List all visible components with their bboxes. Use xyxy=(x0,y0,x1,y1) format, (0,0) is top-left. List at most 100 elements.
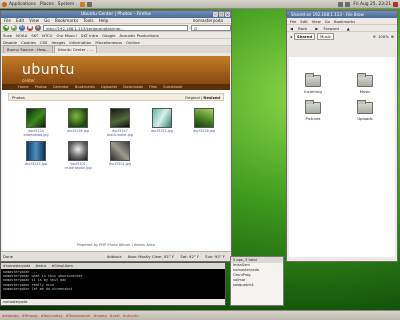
photo-item[interactable]: dscf3226.jpg xyxy=(184,108,224,137)
maximize-button[interactable]: □ xyxy=(219,12,224,17)
page-footer[interactable]: Powered by PHP Photo Album | Admin Area xyxy=(2,243,230,247)
fb-menu-edit[interactable]: Edit xyxy=(300,19,307,24)
channel-tab[interactable]: #ffmpeg xyxy=(22,314,38,318)
photo-item[interactable]: dscf3136.jpg xyxy=(58,108,98,137)
menu-file[interactable]: File xyxy=(4,18,11,23)
adblock-button[interactable]: Adblock xyxy=(107,254,122,259)
panel-clock[interactable]: Fri Aug 25, 23:21 xyxy=(353,2,391,7)
menu-view[interactable]: View xyxy=(29,18,39,23)
fb-up-button[interactable]: ▲ xyxy=(347,26,350,31)
back-icon[interactable]: ◀ xyxy=(3,24,9,31)
menu-go[interactable]: Go xyxy=(44,18,50,23)
webdev-item[interactable]: Outline xyxy=(126,40,140,45)
firefox-launcher-icon[interactable] xyxy=(80,1,86,7)
power-icon[interactable] xyxy=(393,1,398,7)
url-bar[interactable]: http://192.168.1.113/centerphotos/mar... xyxy=(43,24,188,31)
photo-caption[interactable]: dscf3147 black-water.jpg xyxy=(100,129,140,137)
webdev-item[interactable]: Information xyxy=(69,40,91,45)
irc-tab[interactable]: #edus xyxy=(35,264,46,268)
folder-item[interactable]: Pictures xyxy=(293,100,333,121)
bookmark-item[interactable]: Google xyxy=(102,33,115,38)
bookmark-item[interactable]: Our Music! xyxy=(57,33,78,38)
photo-caption[interactable]: dscf3245.jpg xyxy=(16,162,56,166)
folder-item[interactable]: Incoming xyxy=(293,73,333,94)
network-icon[interactable] xyxy=(338,1,344,7)
ubuntu-logo-icon[interactable] xyxy=(2,1,7,7)
webdev-item[interactable]: Miscellaneous xyxy=(95,40,122,45)
forward-icon[interactable]: ▶ xyxy=(11,24,17,31)
site-nav-item[interactable]: Downloads xyxy=(123,85,143,89)
bookmark-item[interactable]: NTCU xyxy=(42,33,52,38)
site-logo[interactable]: ubuntu xyxy=(22,62,75,78)
volume-icon[interactable] xyxy=(345,1,351,7)
channel-tab[interactable]: #ubuntu xyxy=(123,314,139,318)
menu-bookmarks[interactable]: Bookmarks xyxy=(55,18,78,23)
tab-bunny-source[interactable]: Bunny Source - Hew... xyxy=(3,45,53,53)
stop-icon[interactable]: ■ xyxy=(27,24,33,31)
channel-tab[interactable]: #mpeg xyxy=(93,314,106,318)
bookmark-item[interactable]: NOAA xyxy=(16,33,27,38)
channel-tab[interactable]: #flossinsocial xyxy=(66,314,91,318)
file-browser-title[interactable]: Shared on 192.168.1.113 - File Brow xyxy=(287,11,397,18)
resized-link[interactable]: Resized xyxy=(203,95,220,100)
photo-caption[interactable]: dscf3226.jpg xyxy=(184,129,224,133)
site-nav-item[interactable]: Bookmarks xyxy=(75,85,95,89)
photo-item[interactable]: dscf3301 re-barbtown.jpg xyxy=(58,141,98,170)
close-button[interactable]: × xyxy=(225,12,230,17)
site-nav-item[interactable]: Home xyxy=(18,85,29,89)
bookmark-item[interactable]: SKT Intra xyxy=(81,33,98,38)
breadcrumb-photos[interactable]: Photos xyxy=(12,95,25,100)
channel-tab[interactable]: #ewbobs xyxy=(2,314,19,318)
photo-item[interactable]: dscf3301.jpg xyxy=(100,141,140,170)
channel-tab[interactable]: #fanyunbay xyxy=(41,314,63,318)
photo-caption[interactable]: dscf3152.jpg xyxy=(142,129,182,133)
weather-now[interactable]: Now: Mostly Clear, 81° F xyxy=(128,254,175,259)
zoom-in-icon[interactable]: ⊕ xyxy=(391,34,394,39)
site-nav-item[interactable]: Uploader xyxy=(101,85,117,89)
photo-thumbnail[interactable] xyxy=(68,141,88,161)
site-nav-item[interactable]: Files xyxy=(149,85,157,89)
photo-thumbnail[interactable] xyxy=(194,108,214,128)
photo-item[interactable]: dscf3147 black-water.jpg xyxy=(100,108,140,137)
menu-edit[interactable]: Edit xyxy=(16,18,24,23)
photo-caption[interactable]: dscf3124 edwardsbd.jpg xyxy=(16,129,56,137)
irc-tab[interactable]: #nomasteryoda xyxy=(3,264,30,268)
minimize-button[interactable]: – xyxy=(213,12,218,17)
fb-menu-go[interactable]: Go xyxy=(325,19,330,24)
fb-menu-file[interactable]: File xyxy=(290,19,296,24)
menu-help[interactable]: Help xyxy=(99,18,109,23)
zoom-level[interactable]: 100% xyxy=(378,34,389,39)
photo-item[interactable]: dscf3124 edwardsbd.jpg xyxy=(16,108,56,137)
system-menu[interactable]: System xyxy=(58,2,74,7)
site-nav-item[interactable]: Photos xyxy=(35,85,47,89)
folder-item[interactable]: Music xyxy=(345,73,385,94)
photo-caption[interactable]: dscf3301.jpg xyxy=(100,162,140,166)
bookmark-item[interactable]: Suse xyxy=(3,33,12,38)
path-shared[interactable]: Shared xyxy=(293,32,316,40)
photo-caption[interactable]: dscf3301 re-barbtown.jpg xyxy=(58,162,98,170)
webdev-item[interactable]: Disable xyxy=(3,40,17,45)
reload-icon[interactable]: ↻ xyxy=(19,24,25,31)
zoom-out-icon[interactable]: ⊖ xyxy=(373,34,376,39)
path-music[interactable]: Music xyxy=(317,32,334,40)
photo-item[interactable]: dscf3152.jpg xyxy=(142,108,182,137)
photo-thumbnail[interactable] xyxy=(152,108,172,128)
irc-input[interactable]: nomasteryoda xyxy=(1,299,225,305)
photo-thumbnail[interactable] xyxy=(110,141,130,161)
photo-caption[interactable]: dscf3136.jpg xyxy=(58,129,98,133)
photo-thumbnail[interactable] xyxy=(26,141,46,161)
channel-tab[interactable]: #cssf xyxy=(110,314,120,318)
folder-item[interactable]: Uploads xyxy=(345,100,385,121)
webdev-item[interactable]: CSS xyxy=(40,40,47,45)
places-menu[interactable]: Places xyxy=(40,2,54,7)
photo-thumbnail[interactable] xyxy=(26,108,46,128)
user-item[interactable]: sasquatch4 xyxy=(231,283,283,288)
photo-item[interactable]: dscf3245.jpg xyxy=(16,141,56,170)
loc-prev-icon[interactable]: ◂ xyxy=(290,34,292,39)
firefox-titlebar[interactable]: Ubuntu Center | Photos - Firefox – □ × xyxy=(1,11,231,18)
fb-forward-button[interactable]: ▶ Forward xyxy=(315,26,342,31)
webdev-item[interactable]: Cookies xyxy=(21,40,36,45)
irc-tab[interactable]: #GimpUsers xyxy=(51,264,72,268)
fb-back-button[interactable]: ◀ Back xyxy=(290,26,311,31)
search-input[interactable]: G xyxy=(191,24,231,31)
